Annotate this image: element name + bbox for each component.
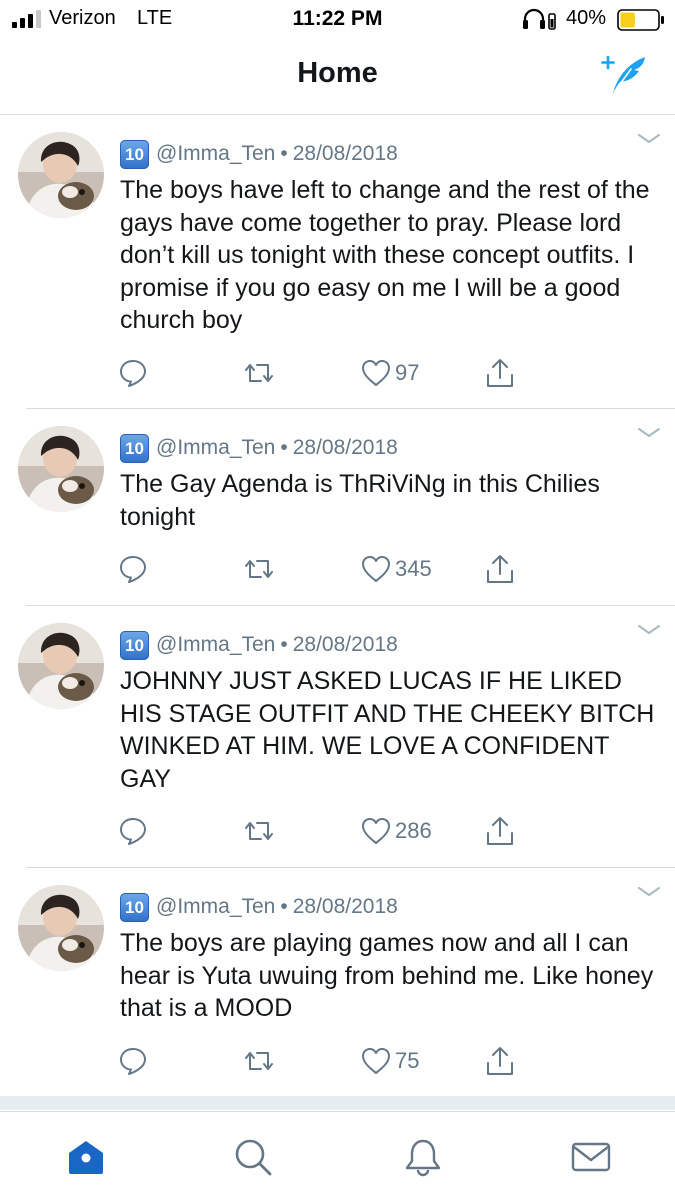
tweet[interactable]: 10 @Imma_Ten • 28/08/2018 The Gay Agenda…: [0, 410, 675, 606]
tweet-divider: [26, 408, 675, 409]
tweet-text: JOHNNY JUST ASKED LUCAS IF HE LIKED HIS …: [120, 667, 655, 793]
like-count: 75: [395, 1048, 420, 1073]
tab-messages[interactable]: [561, 1112, 621, 1200]
tweet-date: 28/08/2018: [292, 436, 398, 459]
tweet-meta: 10 @Imma_Ten • 28/08/2018: [120, 432, 398, 464]
meta-separator: •: [280, 895, 288, 918]
tweet-date: 28/08/2018: [292, 895, 398, 918]
tweet-date: 28/08/2018: [292, 633, 398, 656]
tab-search[interactable]: [223, 1112, 283, 1200]
compose-tweet-icon[interactable]: [598, 54, 648, 96]
heart-icon: [362, 360, 390, 386]
chevron-down-icon[interactable]: [636, 426, 662, 440]
keycap-ten-emoji: 10: [120, 630, 149, 660]
avatar[interactable]: [18, 885, 104, 971]
reply-icon: [120, 1048, 146, 1075]
headphones-icon: [523, 8, 556, 30]
tweet-actions: 75: [0, 1043, 675, 1079]
reply-icon: [120, 818, 146, 845]
reply-button[interactable]: [118, 1043, 148, 1079]
tweet-actions: 345: [0, 551, 675, 587]
tweet-date: 28/08/2018: [292, 142, 398, 165]
tweet-meta: 10 @Imma_Ten • 28/08/2018: [120, 138, 398, 170]
reply-icon: [120, 556, 146, 583]
app-header: Home: [0, 40, 675, 115]
like-button[interactable]: 97: [361, 355, 419, 391]
retweet-icon: [245, 822, 273, 840]
meta-separator: •: [280, 142, 288, 165]
keycap-ten-emoji: 10: [120, 139, 149, 169]
share-icon: [487, 359, 513, 387]
tweet-meta: 10 @Imma_Ten • 28/08/2018: [120, 629, 398, 661]
reply-icon: [120, 360, 146, 387]
avatar[interactable]: [18, 426, 104, 512]
retweet-button[interactable]: [243, 551, 275, 587]
keycap-ten-emoji: 10: [120, 433, 149, 463]
battery-percentage: 40%: [566, 7, 607, 29]
user-handle[interactable]: @Imma_Ten: [156, 633, 275, 657]
retweet-icon: [245, 560, 273, 578]
heart-icon: [362, 1048, 390, 1074]
reply-button[interactable]: [118, 551, 148, 587]
user-handle[interactable]: @Imma_Ten: [156, 436, 275, 460]
tab-notifications[interactable]: [393, 1112, 453, 1200]
tweet[interactable]: 10 @Imma_Ten • 28/08/2018 The boys are p…: [0, 869, 675, 1096]
tweet-divider: [26, 867, 675, 868]
bottom-tab-bar: [0, 1111, 675, 1200]
like-button[interactable]: 345: [361, 551, 432, 587]
search-icon: [235, 1139, 272, 1175]
tweet[interactable]: 10 @Imma_Ten • 28/08/2018 JOHNNY JUST AS…: [0, 607, 675, 868]
reply-button[interactable]: [118, 813, 148, 849]
tweet-text: The boys are playing games now and all I…: [120, 929, 654, 1022]
heart-icon: [362, 818, 390, 844]
tweet-text: The Gay Agenda is ThRiViNg in this Chili…: [120, 470, 600, 531]
like-button[interactable]: 75: [361, 1043, 419, 1079]
like-count: 97: [395, 360, 420, 385]
share-button[interactable]: [484, 355, 516, 391]
tab-home[interactable]: [56, 1112, 116, 1200]
share-button[interactable]: [484, 1043, 516, 1079]
home-icon: [69, 1140, 103, 1174]
share-button[interactable]: [484, 813, 516, 849]
bell-icon: [405, 1139, 441, 1176]
tweet-meta: 10 @Imma_Ten • 28/08/2018: [120, 891, 398, 923]
timeline-feed: 10 @Imma_Ten • 28/08/2018 The boys have …: [0, 116, 675, 1110]
meta-separator: •: [280, 633, 288, 656]
page-title: Home: [297, 57, 378, 89]
like-count: 286: [395, 818, 432, 843]
tweet-text: The boys have left to change and the res…: [120, 176, 650, 334]
retweet-icon: [245, 1052, 273, 1070]
chevron-down-icon[interactable]: [636, 885, 662, 899]
like-count: 345: [395, 556, 432, 581]
retweet-button[interactable]: [243, 355, 275, 391]
like-button[interactable]: 286: [361, 813, 432, 849]
retweet-icon: [245, 364, 273, 382]
retweet-button[interactable]: [243, 813, 275, 849]
share-icon: [487, 555, 513, 583]
heart-icon: [362, 556, 390, 582]
status-bar: Verizon LTE 11:22 PM 40%: [0, 0, 675, 40]
share-icon: [487, 1047, 513, 1075]
share-icon: [487, 817, 513, 845]
envelope-icon: [571, 1142, 611, 1171]
feed-end-separator: [0, 1096, 675, 1110]
tweet-actions: 286: [0, 813, 675, 849]
chevron-down-icon[interactable]: [636, 623, 662, 637]
avatar[interactable]: [18, 623, 104, 709]
tweet[interactable]: 10 @Imma_Ten • 28/08/2018 The boys have …: [0, 116, 675, 409]
meta-separator: •: [280, 436, 288, 459]
tweet-actions: 97: [0, 355, 675, 391]
reply-button[interactable]: [118, 355, 148, 391]
share-button[interactable]: [484, 551, 516, 587]
retweet-button[interactable]: [243, 1043, 275, 1079]
user-handle[interactable]: @Imma_Ten: [156, 142, 275, 166]
chevron-down-icon[interactable]: [636, 132, 662, 146]
battery-icon: [617, 9, 664, 31]
keycap-ten-emoji: 10: [120, 892, 149, 922]
tweet-divider: [26, 605, 675, 606]
user-handle[interactable]: @Imma_Ten: [156, 895, 275, 919]
avatar[interactable]: [18, 132, 104, 218]
